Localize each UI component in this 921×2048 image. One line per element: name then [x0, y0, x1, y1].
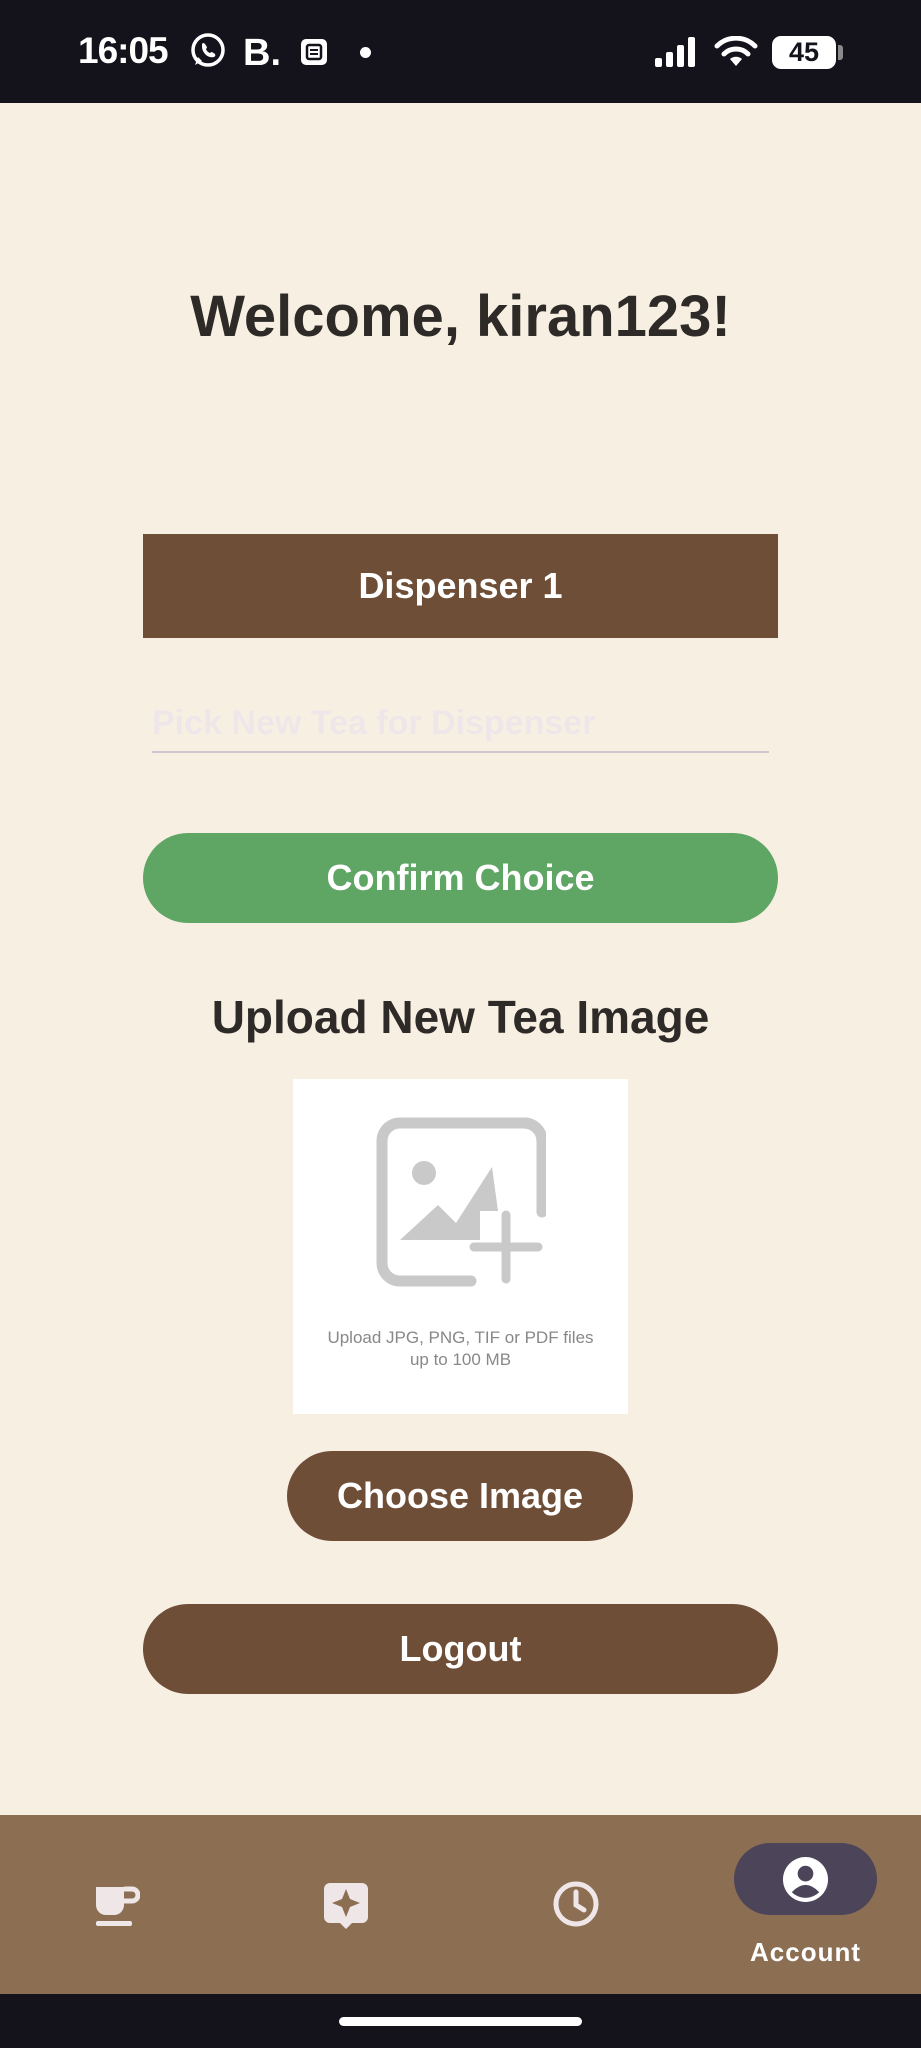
home-indicator[interactable] — [339, 2017, 582, 2026]
tea-cup-icon — [96, 1886, 140, 1926]
clock-icon — [553, 1881, 599, 1927]
booking-icon: B. — [243, 32, 281, 74]
app-icon — [299, 37, 329, 72]
nav-item-tea[interactable] — [0, 1815, 230, 1994]
whatsapp-icon — [188, 30, 228, 75]
nav-label-account: Account — [750, 1937, 861, 1967]
image-upload-area[interactable]: Upload JPG, PNG, TIF or PDF files up to … — [293, 1079, 628, 1414]
upload-hint: Upload JPG, PNG, TIF or PDF files up to … — [327, 1328, 594, 1369]
sparkle-icon — [324, 1883, 368, 1929]
nav-item-history[interactable] — [460, 1815, 690, 1994]
status-time: 16:05 — [78, 30, 169, 71]
active-indicator — [734, 1843, 877, 1915]
wifi-icon — [714, 35, 758, 73]
welcome-heading: Welcome, kiran123! — [190, 284, 731, 349]
nav-item-recommendations[interactable] — [230, 1815, 460, 1994]
tea-choice-input[interactable] — [152, 695, 769, 753]
confirm-choice-button[interactable]: Confirm Choice — [143, 833, 778, 923]
signal-icon — [655, 37, 699, 72]
status-bar: 16:05 B. 45 — [0, 0, 921, 103]
bottom-nav: Account — [0, 1815, 921, 1994]
add-image-icon — [376, 1117, 546, 1287]
account-icon — [782, 1856, 829, 1903]
dot-icon — [360, 47, 371, 58]
dispenser-selector[interactable]: Dispenser 1 — [143, 534, 778, 638]
upload-title: Upload New Tea Image — [211, 991, 710, 1043]
nav-item-account[interactable]: Account — [690, 1815, 921, 1994]
logout-button[interactable]: Logout — [143, 1604, 778, 1694]
battery-icon: 45 — [772, 36, 836, 69]
battery-cap — [838, 45, 843, 60]
choose-image-button[interactable]: Choose Image — [287, 1451, 633, 1541]
